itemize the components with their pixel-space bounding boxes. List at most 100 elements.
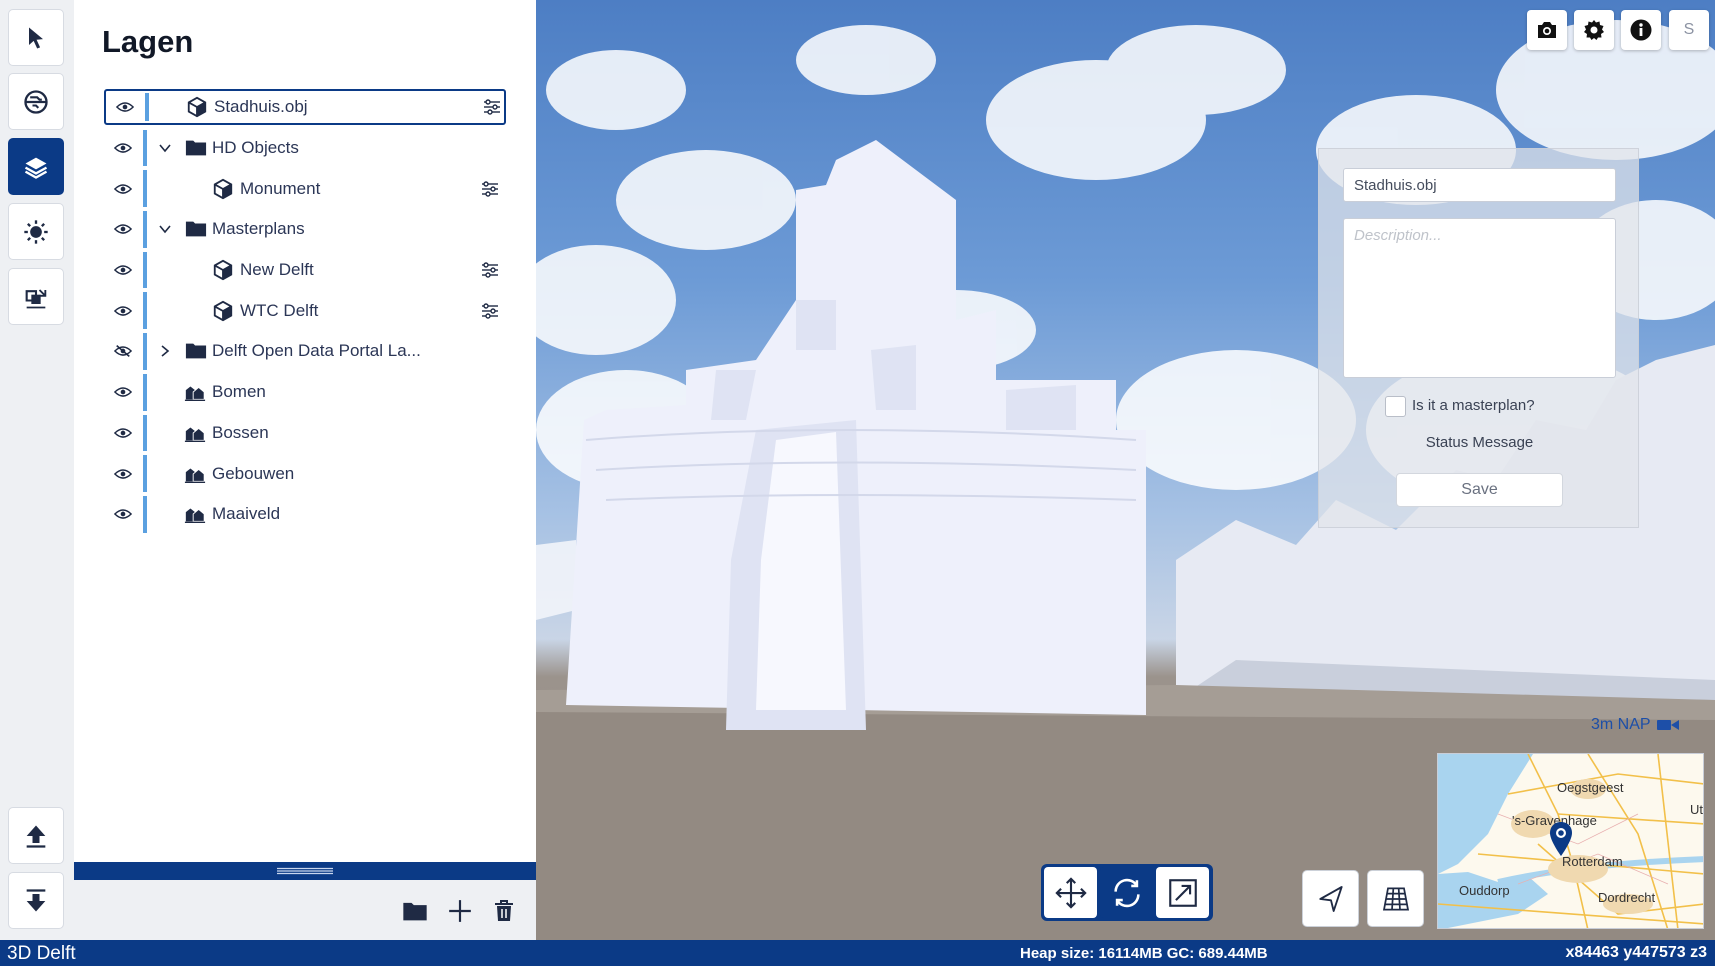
buildings-icon: [184, 463, 206, 485]
scale-mode-button[interactable]: [1156, 867, 1209, 918]
layer-label: HD Objects: [212, 138, 299, 158]
resize-grip-icon[interactable]: [277, 867, 333, 875]
eye-icon[interactable]: [113, 304, 133, 318]
cube-icon: [186, 96, 208, 118]
layer-row[interactable]: Stadhuis.obj: [104, 89, 506, 125]
panel-title: Lagen: [102, 24, 194, 59]
layers-tool-button[interactable]: [8, 138, 64, 195]
perspective-toggle-button[interactable]: [1367, 870, 1424, 927]
layer-label: Delft Open Data Portal La...: [212, 341, 421, 361]
layer-color-bar: [145, 93, 149, 121]
eye-icon[interactable]: [113, 141, 133, 155]
compass-arrow-icon: [1318, 885, 1343, 912]
folder-icon: [184, 137, 207, 159]
rotate-mode-button[interactable]: [1100, 867, 1153, 918]
object-name-input[interactable]: [1343, 168, 1616, 202]
cube-icon: [212, 178, 234, 200]
location-pin-icon: [1550, 822, 1572, 856]
move-icon: [1054, 876, 1087, 909]
pointer-icon: [29, 27, 43, 48]
layer-settings-icon[interactable]: [481, 303, 499, 319]
layer-settings-icon[interactable]: [481, 181, 499, 197]
scale-icon: [1168, 878, 1197, 907]
layer-row[interactable]: Delft Open Data Portal La...: [104, 331, 582, 372]
eye-icon[interactable]: [113, 507, 133, 521]
eye-icon[interactable]: [115, 100, 135, 114]
layer-color-bar: [143, 373, 147, 411]
reset-north-button[interactable]: [1302, 870, 1359, 927]
camera-height-readout: 3m NAP: [1591, 716, 1679, 734]
rotate-icon: [1113, 878, 1140, 907]
sun-tool-button[interactable]: [8, 203, 64, 260]
description-textarea[interactable]: [1343, 218, 1616, 378]
buildings-icon: [184, 422, 206, 444]
layer-color-bar: [143, 129, 147, 167]
layer-settings-icon[interactable]: [483, 99, 501, 115]
status-message: Status Message: [1425, 434, 1534, 451]
coordinates-readout: x84463 y447573 z3: [1565, 944, 1707, 961]
layer-list: Stadhuis.obj HD Objects Monument Masterplan…: [104, 87, 582, 535]
eye-icon[interactable]: [113, 426, 133, 440]
section-plane-tool-button[interactable]: [8, 73, 64, 130]
layer-settings-icon[interactable]: [481, 262, 499, 278]
layer-label: WTC Delft: [240, 300, 319, 320]
chevron-right-icon[interactable]: [158, 344, 172, 358]
layer-label: Stadhuis.obj: [214, 97, 308, 116]
layer-color-bar: [143, 292, 147, 330]
chevron-down-icon[interactable]: [158, 222, 172, 236]
cube-icon: [212, 259, 234, 281]
minimap[interactable]: Oegstgeest 's-Gravenhage Rotterdam Dordr…: [1437, 753, 1704, 929]
camera-icon: [1538, 22, 1556, 38]
select-tool-button[interactable]: [8, 9, 64, 66]
move-mode-button[interactable]: [1044, 867, 1097, 918]
folder-icon: [403, 902, 427, 921]
masterplan-checkbox[interactable]: [1385, 396, 1406, 417]
user-button[interactable]: S: [1669, 10, 1709, 50]
screenshot-button[interactable]: [1527, 10, 1567, 50]
tool-rail: [0, 0, 74, 940]
layer-label: Bossen: [212, 422, 269, 442]
layer-color-bar: [143, 414, 147, 452]
data-import-tool-button[interactable]: [8, 268, 64, 325]
add-folder-button[interactable]: [400, 896, 430, 926]
layer-row[interactable]: Masterplans: [104, 209, 582, 250]
eye-icon[interactable]: [113, 385, 133, 399]
layer-row[interactable]: Bomen: [104, 372, 582, 413]
eye-off-icon[interactable]: [113, 344, 133, 358]
map-label-dordrecht: Dordrecht: [1598, 890, 1656, 905]
layer-row[interactable]: New Delft: [104, 250, 582, 291]
data-import-icon: [25, 288, 47, 308]
eye-icon[interactable]: [113, 222, 133, 236]
eye-icon[interactable]: [113, 263, 133, 277]
add-layer-button[interactable]: [445, 896, 475, 926]
object-properties-dialog: Is it a masterplan? Status Message Save: [1318, 148, 1639, 528]
trash-icon: [495, 900, 513, 921]
save-button[interactable]: Save: [1396, 473, 1563, 507]
layer-panel: Lagen Stadhuis.obj HD Objects Monument Mast…: [74, 0, 536, 940]
info-button[interactable]: [1621, 10, 1661, 50]
upload-button[interactable]: [8, 807, 64, 864]
download-button[interactable]: [8, 872, 64, 929]
delete-layer-button[interactable]: [489, 896, 519, 926]
eye-icon[interactable]: [113, 467, 133, 481]
layer-row[interactable]: Maaiveld: [104, 494, 582, 535]
folder-icon: [184, 340, 207, 362]
layer-row[interactable]: HD Objects: [104, 128, 582, 169]
layer-row[interactable]: Bossen: [104, 413, 582, 454]
layer-label: Maaiveld: [212, 504, 281, 524]
layer-row[interactable]: Gebouwen: [104, 453, 582, 494]
video-camera-icon: [1656, 720, 1679, 730]
eye-icon[interactable]: [113, 182, 133, 196]
map-label-ut: Ut: [1690, 802, 1703, 817]
layer-row[interactable]: Monument: [104, 168, 582, 209]
plus-icon: [449, 900, 471, 922]
layer-color-bar: [143, 495, 147, 533]
layer-row[interactable]: WTC Delft: [104, 290, 582, 331]
layer-label: New Delft: [240, 260, 314, 280]
chevron-down-icon[interactable]: [158, 141, 172, 155]
folder-icon: [184, 218, 207, 240]
buildings-icon: [184, 381, 206, 403]
layer-label: Masterplans: [212, 219, 305, 239]
settings-button[interactable]: [1574, 10, 1614, 50]
gear-icon: [1584, 20, 1604, 40]
